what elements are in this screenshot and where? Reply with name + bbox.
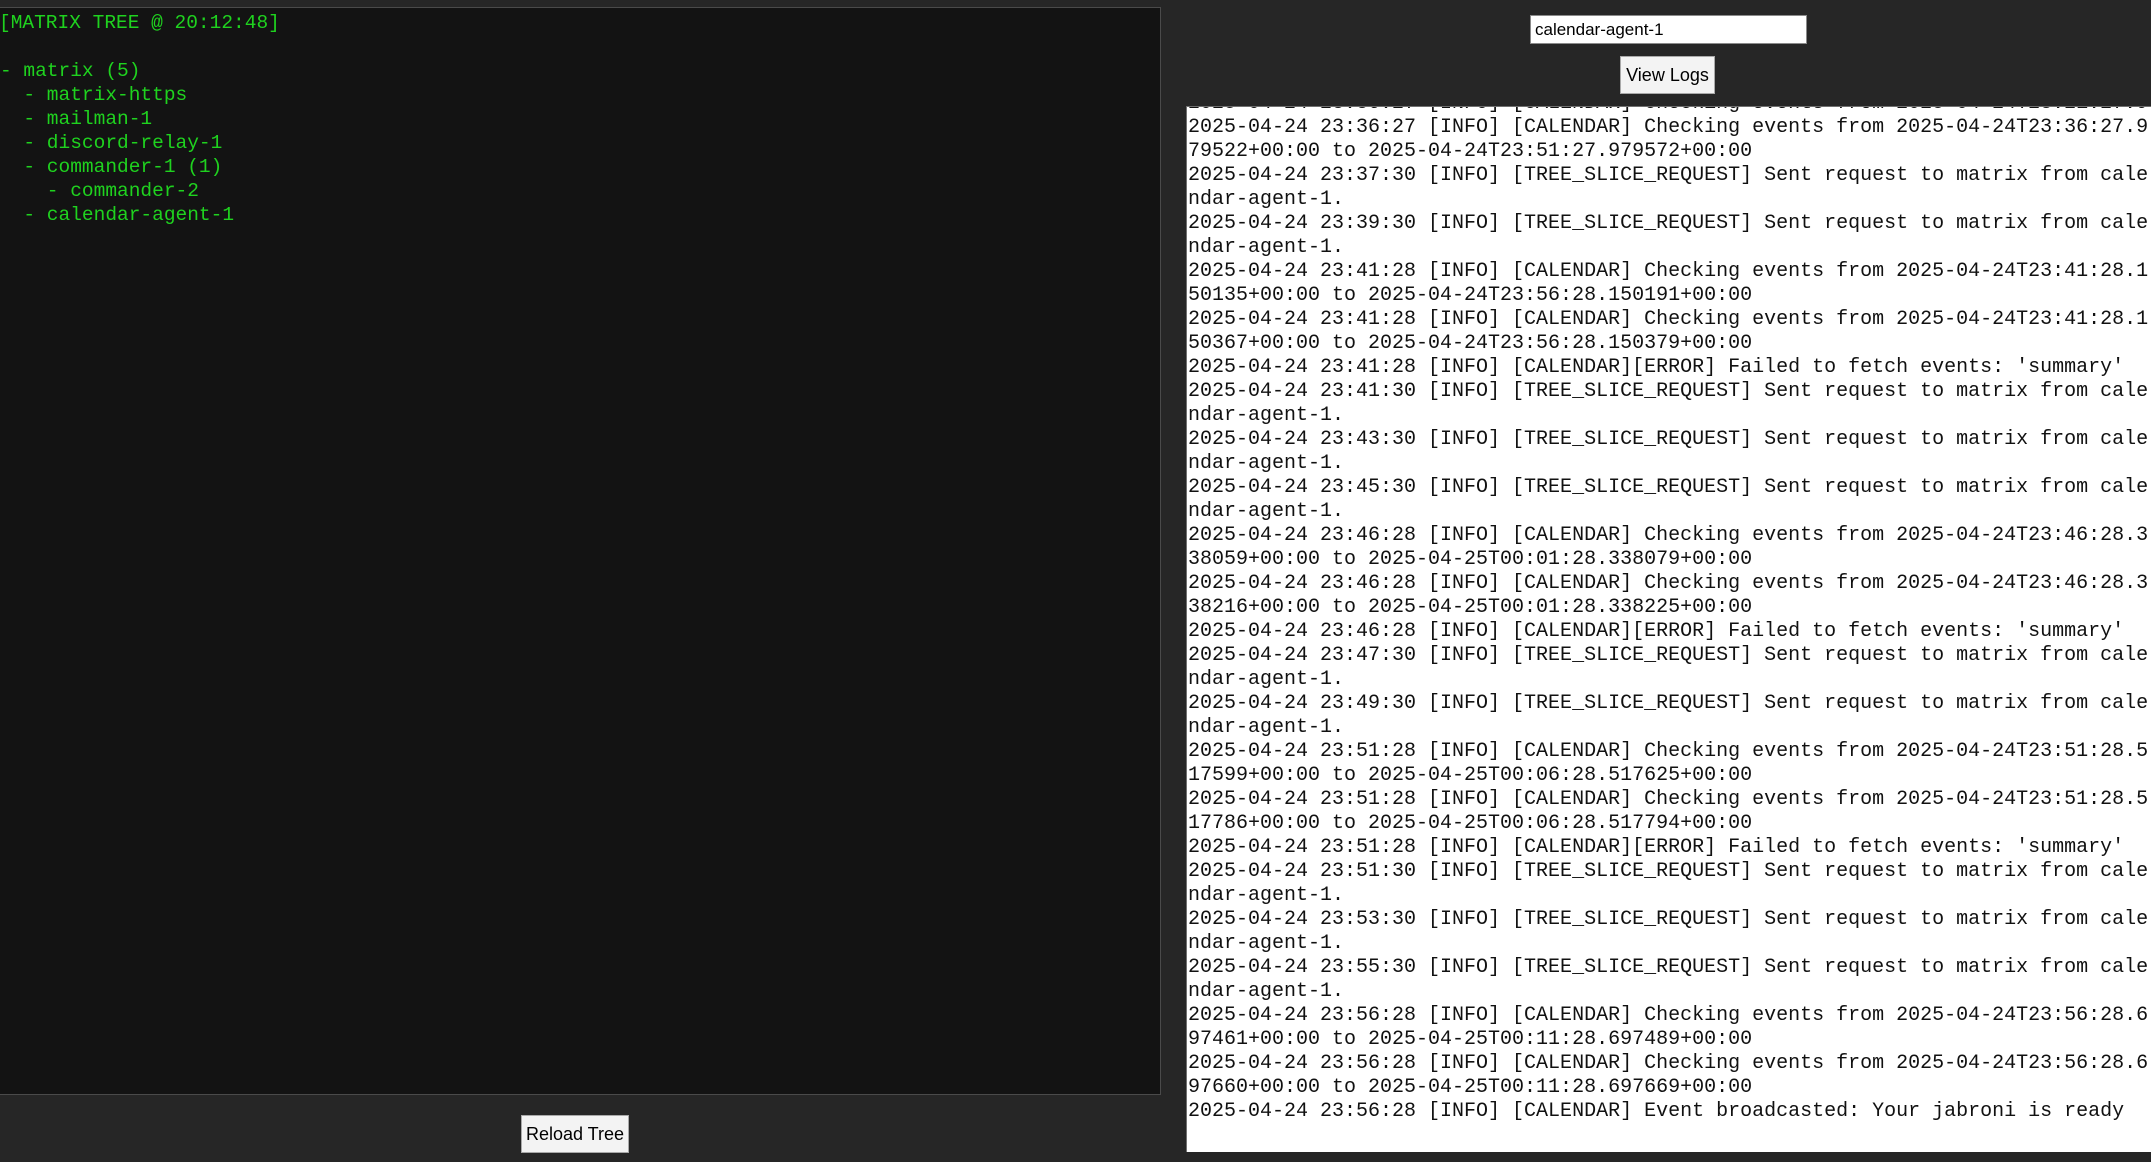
tree-node: - matrix-https [0,84,188,106]
log-line: ndar-agent-1. [1188,716,1345,739]
log-line: 2025-04-24 23:51:28 [INFO] [CALENDAR] Ch… [1188,788,2149,811]
log-line: 2025-04-24 23:47:30 [INFO] [TREE_SLICE_R… [1188,644,2149,667]
view-logs-button[interactable]: View Logs [1620,56,1715,94]
log-line: ndar-agent-1. [1188,500,1345,523]
log-line: 2025-04-24 23:51:28 [INFO] [CALENDAR][ER… [1188,836,2125,859]
tree-node: - commander-2 [0,180,199,202]
tree-node: - matrix (5) [0,60,141,82]
log-line: ndar-agent-1. [1188,404,1345,427]
log-line: 2025-04-24 23:49:30 [INFO] [TREE_SLICE_R… [1188,692,2149,715]
log-line: 50135+00:00 to 2025-04-24T23:56:28.15019… [1188,284,1753,307]
log-line: 2025-04-24 23:36:27 [INFO] [CALENDAR] Ch… [1188,116,2149,139]
log-line: 2025-04-24 23:37:30 [INFO] [TREE_SLICE_R… [1188,164,2149,187]
log-line: 2025-04-24 23:41:30 [INFO] [TREE_SLICE_R… [1188,380,2149,403]
log-line: 79522+00:00 to 2025-04-24T23:51:27.97957… [1188,140,1753,163]
tree-panel: [MATRIX TREE @ 20:12:48] - matrix (5) - … [0,7,1161,1095]
log-line: ndar-agent-1. [1188,236,1345,259]
log-line: 38216+00:00 to 2025-04-25T00:01:28.33822… [1188,596,1753,619]
log-line: 2025-04-24 23:39:30 [INFO] [TREE_SLICE_R… [1188,212,2149,235]
log-line: 2025-04-24 23:56:28 [INFO] [CALENDAR] Ev… [1188,1100,2125,1123]
tree-node: - discord-relay-1 [0,132,223,154]
log-line: 2025-04-24 23:46:28 [INFO] [CALENDAR] Ch… [1188,572,2149,595]
tree-node: - calendar-agent-1 [0,204,235,226]
log-line: 2025-04-24 23:46:28 [INFO] [CALENDAR] Ch… [1188,524,2149,547]
tree-header: [MATRIX TREE @ 20:12:48] [0,12,280,34]
log-line: 2025-04-24 23:36:27 [INFO] [CALENDAR] Ch… [1188,107,2148,116]
log-line: 2025-04-24 23:55:30 [INFO] [TREE_SLICE_R… [1188,956,2149,979]
log-line: ndar-agent-1. [1188,188,1345,211]
log-line: 38059+00:00 to 2025-04-25T00:01:28.33807… [1188,548,1753,571]
log-line: 2025-04-24 23:45:30 [INFO] [TREE_SLICE_R… [1188,476,2149,499]
log-lines: 2025-04-24 23:36:27 [INFO] [CALENDAR] Ch… [1188,107,2149,1124]
log-line: 2025-04-24 23:56:28 [INFO] [CALENDAR] Ch… [1188,1052,2149,1075]
log-line: 2025-04-24 23:56:28 [INFO] [CALENDAR] Ch… [1188,1004,2149,1027]
agent-name-input[interactable] [1530,15,1807,44]
log-line: ndar-agent-1. [1188,932,1345,955]
log-line: 50367+00:00 to 2025-04-24T23:56:28.15037… [1188,332,1753,355]
tree-list: - matrix (5) - matrix-https - mailman-1 … [0,59,234,227]
log-line: 2025-04-24 23:53:30 [INFO] [TREE_SLICE_R… [1188,908,2149,931]
log-line: 2025-04-24 23:46:28 [INFO] [CALENDAR][ER… [1188,620,2125,643]
log-line: 17599+00:00 to 2025-04-25T00:06:28.51762… [1188,764,1753,787]
log-line: ndar-agent-1. [1188,668,1345,691]
log-line: 2025-04-24 23:51:28 [INFO] [CALENDAR] Ch… [1188,740,2149,763]
tree-node: - commander-1 (1) [0,156,223,178]
log-line: ndar-agent-1. [1188,452,1345,475]
log-line: 97660+00:00 to 2025-04-25T00:11:28.69766… [1188,1076,1753,1099]
reload-tree-button[interactable]: Reload Tree [521,1115,629,1153]
log-line: 2025-04-24 23:41:28 [INFO] [CALENDAR][ER… [1188,356,2125,379]
log-line: 17786+00:00 to 2025-04-25T00:06:28.51779… [1188,812,1753,835]
log-line: ndar-agent-1. [1188,980,1345,1003]
log-line: 97461+00:00 to 2025-04-25T00:11:28.69748… [1188,1028,1753,1051]
log-line: ndar-agent-1. [1188,884,1345,907]
log-line: 2025-04-24 23:41:28 [INFO] [CALENDAR] Ch… [1188,260,2149,283]
log-line: 2025-04-24 23:51:30 [INFO] [TREE_SLICE_R… [1188,860,2149,883]
log-line: 2025-04-24 23:41:28 [INFO] [CALENDAR] Ch… [1188,308,2149,331]
log-line: 2025-04-24 23:43:30 [INFO] [TREE_SLICE_R… [1188,428,2149,451]
tree-node: - mailman-1 [0,108,153,130]
log-output-panel[interactable]: 2025-04-24 23:36:27 [INFO] [CALENDAR] Ch… [1186,106,2151,1152]
